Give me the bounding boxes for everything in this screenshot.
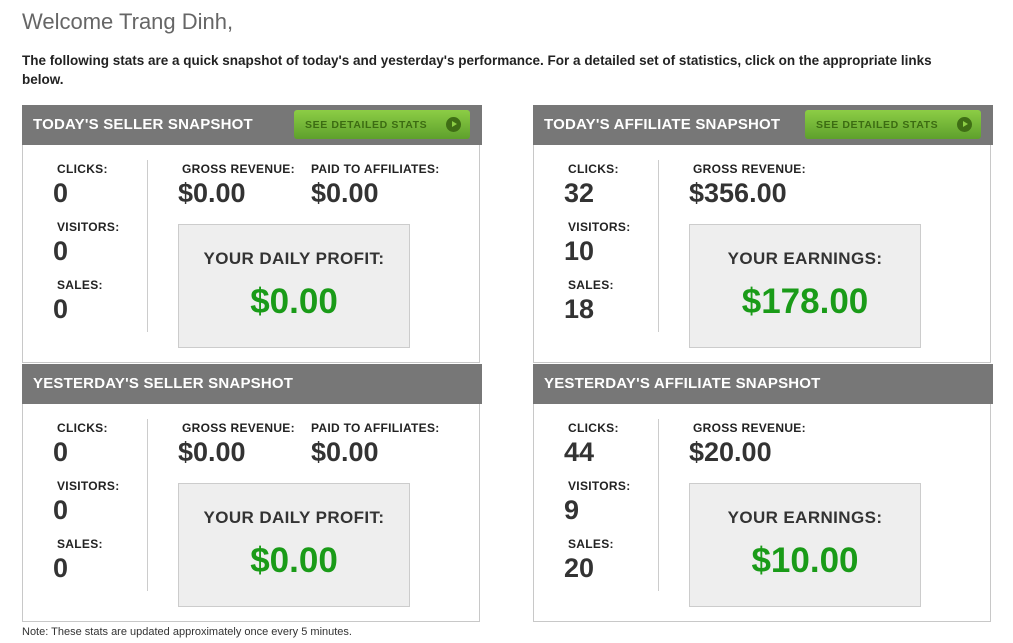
see-detailed-stats-label: SEE DETAILED STATS — [816, 119, 939, 131]
daily-profit-label: YOUR DAILY PROFIT: — [203, 249, 385, 268]
footnote: Note: These stats are updated approximat… — [22, 626, 352, 638]
earnings-label: YOUR EARNINGS: — [727, 249, 883, 268]
play-arrow-icon — [957, 117, 972, 132]
visitors-value: 9 — [564, 495, 580, 525]
sales-label: SALES: — [568, 278, 614, 292]
clicks-label: CLICKS: — [57, 162, 108, 176]
panel-title: TODAY'S SELLER SNAPSHOT — [33, 116, 253, 133]
daily-profit-box: YOUR DAILY PROFIT: $0.00 — [178, 224, 410, 348]
panel-title: YESTERDAY'S SELLER SNAPSHOT — [33, 375, 294, 392]
welcome-heading: Welcome Trang Dinh, — [22, 9, 234, 34]
clicks-value: 44 — [564, 437, 595, 467]
clicks-label: CLICKS: — [57, 421, 108, 435]
sales-value: 18 — [564, 294, 595, 324]
clicks-label: CLICKS: — [568, 421, 619, 435]
panel-title: YESTERDAY'S AFFILIATE SNAPSHOT — [544, 375, 821, 392]
play-arrow-icon — [446, 117, 461, 132]
visitors-label: VISITORS: — [57, 220, 120, 234]
gross-revenue-value: $356.00 — [689, 178, 787, 208]
sales-value: 0 — [53, 294, 69, 324]
gross-revenue-label: GROSS REVENUE: — [693, 421, 806, 435]
daily-profit-value: $0.00 — [250, 541, 338, 580]
paid-to-affiliates-value: $0.00 — [311, 178, 379, 208]
paid-to-affiliates-value: $0.00 — [311, 437, 379, 467]
divider — [658, 160, 659, 332]
visitors-label: VISITORS: — [568, 479, 631, 493]
sales-value: 0 — [53, 553, 69, 583]
visitors-label: VISITORS: — [568, 220, 631, 234]
panel-header: YESTERDAY'S SELLER SNAPSHOT — [22, 364, 482, 404]
sales-label: SALES: — [57, 537, 103, 551]
gross-revenue-value: $0.00 — [178, 178, 246, 208]
gross-revenue-value: $0.00 — [178, 437, 246, 467]
daily-profit-box: YOUR DAILY PROFIT: $0.00 — [178, 483, 410, 607]
earnings-box: YOUR EARNINGS: $178.00 — [689, 224, 921, 348]
panel-header: TODAY'S AFFILIATE SNAPSHOT SEE DETAILED … — [533, 105, 993, 145]
daily-profit-label: YOUR DAILY PROFIT: — [203, 508, 385, 527]
see-detailed-stats-button[interactable]: SEE DETAILED STATS — [294, 110, 470, 139]
panel-header: TODAY'S SELLER SNAPSHOT SEE DETAILED STA… — [22, 105, 482, 145]
yesterday-seller-panel: YESTERDAY'S SELLER SNAPSHOT CLICKS: 0 VI… — [22, 364, 482, 622]
gross-revenue-label: GROSS REVENUE: — [693, 162, 806, 176]
visitors-value: 10 — [564, 236, 595, 266]
see-detailed-stats-button[interactable]: SEE DETAILED STATS — [805, 110, 981, 139]
daily-profit-value: $0.00 — [250, 282, 338, 321]
earnings-value: $178.00 — [741, 282, 869, 321]
clicks-label: CLICKS: — [568, 162, 619, 176]
sales-label: SALES: — [568, 537, 614, 551]
divider — [658, 419, 659, 591]
see-detailed-stats-label: SEE DETAILED STATS — [305, 119, 428, 131]
gross-revenue-value: $20.00 — [689, 437, 772, 467]
panel-header: YESTERDAY'S AFFILIATE SNAPSHOT — [533, 364, 993, 404]
clicks-value: 0 — [53, 437, 69, 467]
clicks-value: 32 — [564, 178, 595, 208]
visitors-value: 0 — [53, 236, 69, 266]
divider — [147, 160, 148, 332]
yesterday-affiliate-panel: YESTERDAY'S AFFILIATE SNAPSHOT CLICKS: 4… — [533, 364, 993, 622]
panel-title: TODAY'S AFFILIATE SNAPSHOT — [544, 116, 781, 133]
paid-to-affiliates-label: PAID TO AFFILIATES: — [311, 421, 440, 435]
paid-to-affiliates-label: PAID TO AFFILIATES: — [311, 162, 440, 176]
sales-label: SALES: — [57, 278, 103, 292]
earnings-label: YOUR EARNINGS: — [727, 508, 883, 527]
divider — [147, 419, 148, 591]
today-seller-panel: TODAY'S SELLER SNAPSHOT SEE DETAILED STA… — [22, 105, 482, 363]
intro-text: The following stats are a quick snapshot… — [22, 53, 932, 87]
today-affiliate-panel: TODAY'S AFFILIATE SNAPSHOT SEE DETAILED … — [533, 105, 993, 363]
earnings-value: $10.00 — [751, 541, 859, 580]
gross-revenue-label: GROSS REVENUE: — [182, 421, 295, 435]
earnings-box: YOUR EARNINGS: $10.00 — [689, 483, 921, 607]
visitors-label: VISITORS: — [57, 479, 120, 493]
gross-revenue-label: GROSS REVENUE: — [182, 162, 295, 176]
sales-value: 20 — [564, 553, 595, 583]
visitors-value: 0 — [53, 495, 69, 525]
clicks-value: 0 — [53, 178, 69, 208]
